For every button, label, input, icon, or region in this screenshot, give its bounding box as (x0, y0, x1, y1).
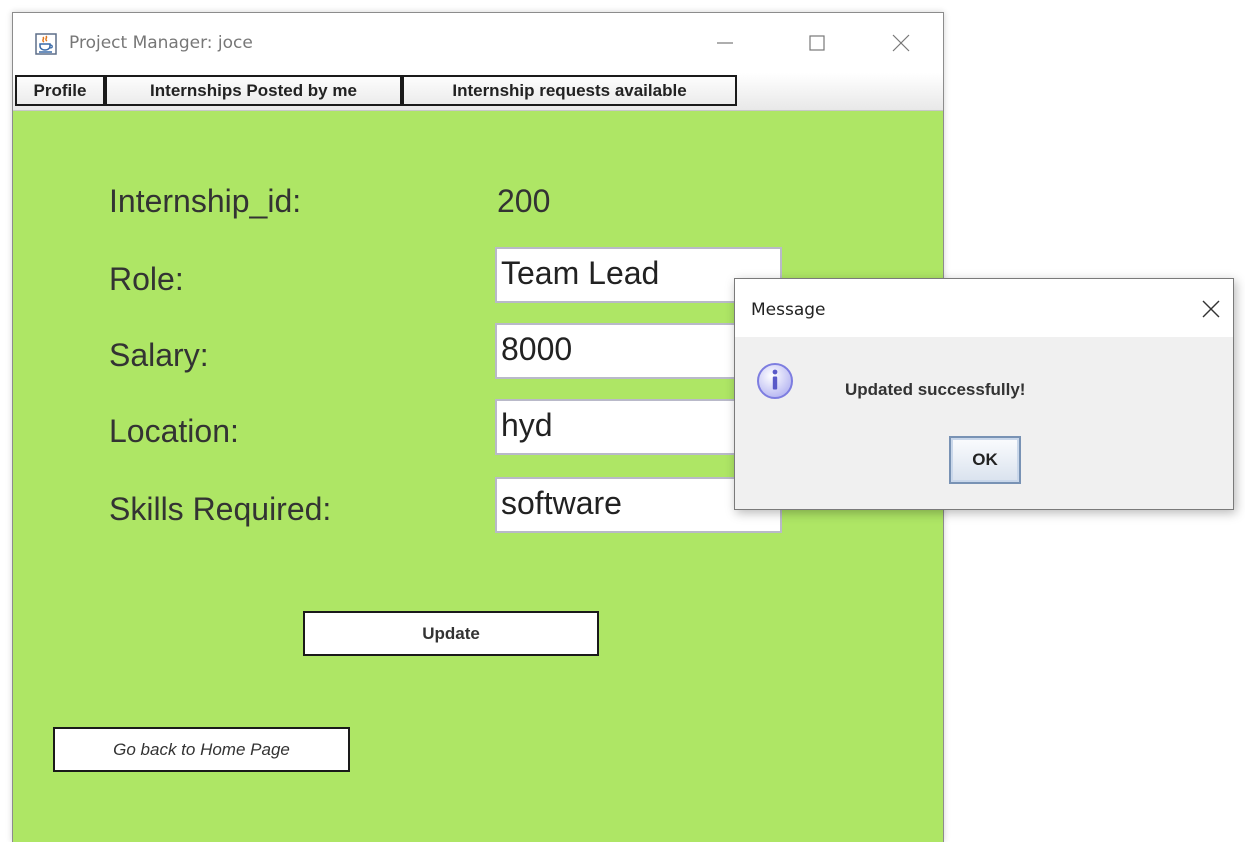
dialog-close-button[interactable] (1197, 295, 1225, 323)
menu-bar: Profile Internships Posted by me Interns… (13, 73, 943, 111)
window-title: Project Manager: joce (69, 33, 253, 53)
update-button[interactable]: Update (303, 611, 599, 656)
close-button[interactable] (881, 25, 921, 61)
desktop: Project Manager: joce Profile Internship… (0, 0, 1245, 842)
message-dialog: Message Updated successfully! OK (734, 278, 1234, 510)
dialog-titlebar[interactable]: Message (735, 279, 1233, 337)
menu-profile[interactable]: Profile (15, 75, 105, 106)
information-icon (755, 361, 795, 401)
internship-id-label: Internship_id: (109, 183, 302, 219)
internship-id-value: 200 (497, 183, 551, 219)
skills-label: Skills Required: (109, 491, 332, 527)
maximize-icon (809, 35, 825, 51)
salary-label: Salary: (109, 337, 209, 373)
location-label: Location: (109, 413, 239, 449)
home-page-button[interactable]: Go back to Home Page (53, 727, 350, 772)
dialog-title: Message (751, 300, 826, 320)
ok-button[interactable]: OK (949, 436, 1021, 484)
minimize-icon (717, 42, 733, 44)
dialog-message: Updated successfully! (845, 380, 1026, 399)
java-coffee-cup-icon (35, 33, 57, 55)
minimize-button[interactable] (705, 25, 745, 61)
maximize-button[interactable] (797, 25, 837, 61)
menu-internship-requests[interactable]: Internship requests available (402, 75, 737, 106)
role-label: Role: (109, 261, 184, 297)
close-icon (892, 34, 910, 52)
close-icon (1202, 300, 1220, 318)
menu-internships-posted[interactable]: Internships Posted by me (105, 75, 402, 106)
window-titlebar[interactable]: Project Manager: joce (13, 13, 943, 71)
